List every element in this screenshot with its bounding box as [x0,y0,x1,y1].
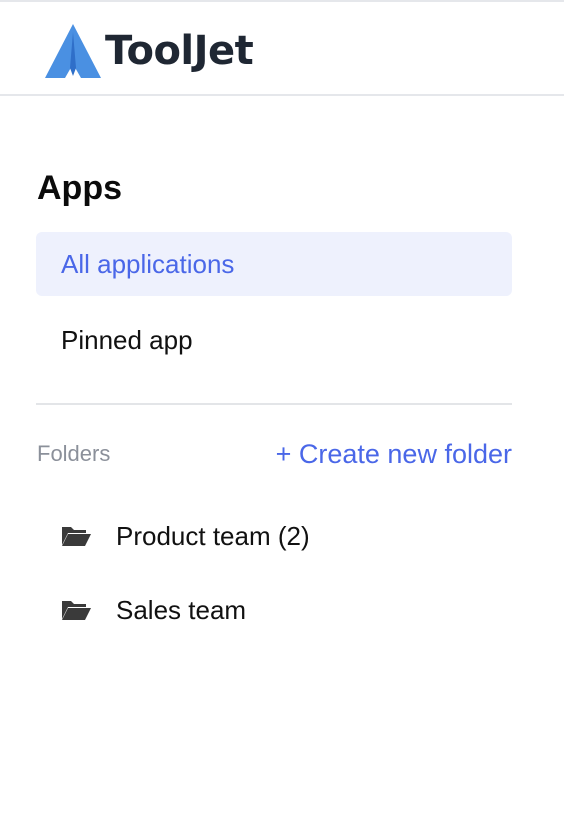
create-new-folder-link[interactable]: + Create new folder [276,437,512,471]
sidebar-divider [36,403,512,405]
tooljet-logo-icon [45,24,101,78]
apps-sidebar-page: ToolJet Apps All applications Pinned app… [0,0,564,838]
folder-open-icon [62,527,91,546]
sidebar-item-pinned-app[interactable]: Pinned app [36,308,512,372]
folder-item-sales-team[interactable]: Sales team [60,586,246,634]
top-bar: ToolJet [0,0,564,96]
tooljet-logo[interactable]: ToolJet [43,24,254,78]
folder-label: Sales team [116,594,247,625]
sidebar-item-label: All applications [61,248,235,279]
folder-item-product-team[interactable]: Product team (2) [60,512,310,560]
folders-heading: Folders [37,441,111,466]
folder-label: Product team (2) [116,520,310,551]
apps-section-title: Apps [37,169,122,207]
brand-name: ToolJet [105,28,254,74]
sidebar-item-all-applications[interactable]: All applications [36,232,512,296]
sidebar-item-label: Pinned app [61,324,193,355]
folder-open-icon [62,601,91,620]
